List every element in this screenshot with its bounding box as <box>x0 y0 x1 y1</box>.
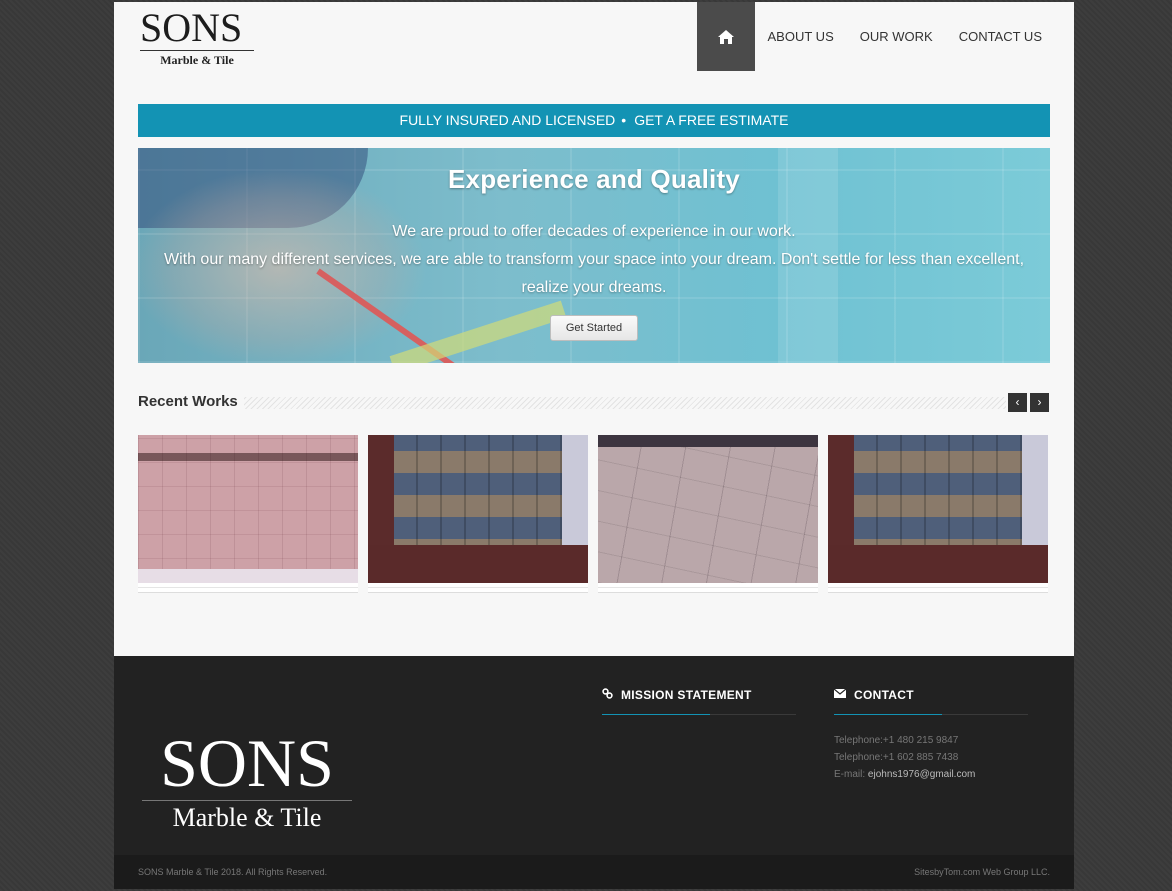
telephone-1: Telephone:+1 480 215 9847 <box>834 735 959 746</box>
work-image-slate-wall[interactable] <box>828 435 1048 583</box>
hero-title: Experience and Quality <box>448 164 740 194</box>
contact-info: Telephone:+1 480 215 9847 Telephone:+1 6… <box>834 732 1028 783</box>
gallery-item-divider <box>138 587 358 588</box>
link-icon <box>602 688 613 702</box>
footer-bottom-bar: SONS Marble & Tile 2018. All Rights Rese… <box>114 855 1074 889</box>
announcement-strip: FULLY INSURED AND LICENSED • GET A FREE ES… <box>138 104 1050 137</box>
hero-line-2: With our many different services, we are… <box>163 251 1025 268</box>
gallery-item[interactable] <box>828 435 1048 593</box>
recent-works-title: Recent Works <box>138 393 244 410</box>
mission-heading: MISSION STATEMENT <box>602 688 796 702</box>
gallery-item-divider <box>828 587 1048 588</box>
home-icon <box>717 29 734 44</box>
get-started-button[interactable]: Get Started <box>549 315 639 341</box>
gallery-item[interactable] <box>138 435 358 593</box>
nav-home[interactable] <box>696 2 755 71</box>
recent-works-divider <box>138 397 1006 409</box>
logo-main-text: SONS <box>140 5 243 50</box>
footer-logo-main: SONS <box>160 725 334 801</box>
strip-estimate-link[interactable]: GET A FREE ESTIMATE <box>634 112 788 128</box>
nav-our-work[interactable]: OUR WORK <box>847 2 946 71</box>
work-image-slate-wall[interactable] <box>368 435 588 583</box>
credit-link[interactable]: SitesbyTom.com Web Group LLC. <box>914 855 1050 889</box>
hero-banner: Experience and Quality We are proud to o… <box>138 148 1050 363</box>
contact-title: CONTACT <box>854 688 914 702</box>
mission-underline <box>602 714 796 715</box>
logo-divider <box>140 50 254 51</box>
nav-about-us[interactable]: ABOUT US <box>755 2 847 71</box>
hero-line-3: realize your dreams. <box>521 279 667 296</box>
contact-underline <box>834 714 1028 715</box>
strip-separator: • <box>621 112 627 128</box>
nav-contact-us[interactable]: CONTACT US <box>946 2 1052 71</box>
recent-works-gallery <box>138 435 1048 593</box>
gallery-item[interactable] <box>368 435 588 593</box>
logo-sub-text: Marble & Tile <box>160 53 234 67</box>
site-logo[interactable]: SONS Marble & Tile <box>140 8 260 68</box>
carousel-prev-button[interactable]: ‹ <box>1008 393 1027 412</box>
footer-mission: MISSION STATEMENT <box>602 688 796 715</box>
gallery-item-divider <box>368 587 588 588</box>
work-image-shower[interactable] <box>138 435 358 583</box>
main-nav: ABOUT US OUR WORK CONTACT US <box>696 2 1052 71</box>
site-footer: SONS Marble & Tile MISSION STATEMENT CON… <box>114 656 1074 889</box>
carousel-next-button[interactable]: › <box>1030 393 1049 412</box>
email-label: E-mail: <box>834 769 868 780</box>
contact-heading: CONTACT <box>833 688 1028 702</box>
hero-text: We are proud to offer decades of experie… <box>138 218 1050 302</box>
gallery-item[interactable] <box>598 435 818 593</box>
carousel-controls: ‹ › <box>1008 393 1049 412</box>
hero-line-1: We are proud to offer decades of experie… <box>392 223 796 240</box>
footer-contact: CONTACT Telephone:+1 480 215 9847 Teleph… <box>833 688 1028 783</box>
email-link[interactable]: ejohns1976@gmail.com <box>868 769 975 780</box>
page-container: SONS Marble & Tile ABOUT US OUR WORK CON… <box>114 2 1074 889</box>
strip-insured-text: FULLY INSURED AND LICENSED <box>399 112 616 128</box>
copyright-text: SONS Marble & Tile 2018. All Rights Rese… <box>138 867 328 877</box>
email-row: E-mail: ejohns1976@gmail.com <box>834 766 1028 783</box>
mission-title: MISSION STATEMENT <box>621 688 752 702</box>
footer-logo-sub: Marble & Tile <box>172 803 322 832</box>
gallery-item-divider <box>598 587 818 588</box>
work-image-floor[interactable] <box>598 435 818 583</box>
footer-logo: SONS Marble & Tile <box>142 725 352 833</box>
envelope-icon <box>833 688 847 701</box>
telephone-2: Telephone:+1 602 885 7438 <box>834 752 959 763</box>
